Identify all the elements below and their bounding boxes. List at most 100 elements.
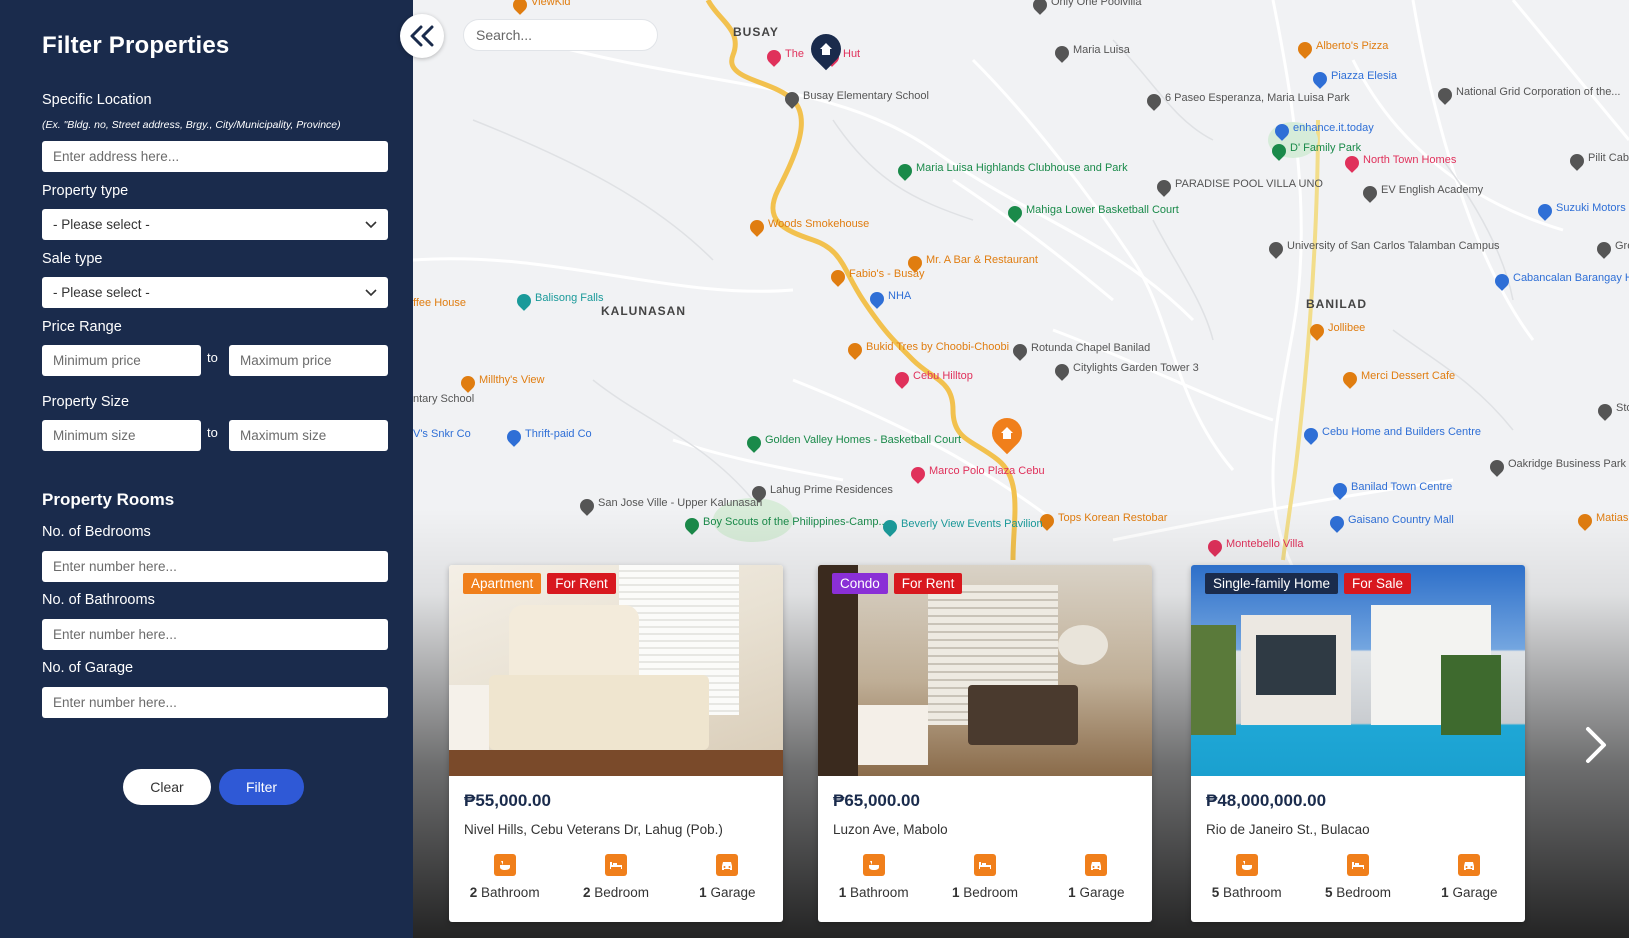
max-size-input[interactable] <box>229 420 388 451</box>
map-poi-label[interactable]: Greenhi <box>1615 240 1629 252</box>
map-poi-label[interactable]: Marco Polo Plaza Cebu <box>929 465 1045 477</box>
garage-feature: 1 Garage <box>1414 854 1524 900</box>
bathroom-count: 2 <box>469 885 478 900</box>
clear-button[interactable]: Clear <box>123 769 211 805</box>
map-poi-label[interactable]: ffee House <box>413 297 466 309</box>
max-price-input[interactable] <box>229 345 388 376</box>
property-type-select[interactable]: - Please select - <box>42 209 388 240</box>
filter-button[interactable]: Filter <box>219 769 304 805</box>
map-poi-label[interactable]: Merci Dessert Cafe <box>1361 370 1455 382</box>
listing-address: Luzon Ave, Mabolo <box>833 822 948 837</box>
chevron-down-icon <box>365 220 377 228</box>
map-poi-label[interactable]: Maria Luisa <box>1073 44 1130 56</box>
listing-address: Nivel Hills, Cebu Veterans Dr, Lahug (Po… <box>464 822 723 837</box>
map-poi-label[interactable]: Mr. A Bar & Restaurant <box>926 254 1038 266</box>
car-icon <box>716 854 739 876</box>
map-poi-label[interactable]: Oakridge Business Park <box>1508 458 1626 470</box>
sale-type-select[interactable]: - Please select - <box>42 277 388 308</box>
min-price-input[interactable] <box>42 345 201 376</box>
garage-count: 1 <box>699 885 707 900</box>
sale-type-label: Sale type <box>42 251 103 267</box>
sale-status-badge: For Sale <box>1344 573 1412 594</box>
map-poi-label[interactable]: Thrift-paid Co <box>525 428 592 440</box>
map-poi-label[interactable]: Piazza Elesia <box>1331 70 1397 82</box>
map-poi-label[interactable]: Balisong Falls <box>535 292 603 304</box>
bedroom-feature: 5 Bedroom <box>1303 854 1413 900</box>
map-poi-label[interactable]: V's Snkr Co <box>413 428 471 440</box>
listing-tags: Condo For Rent <box>832 573 963 594</box>
carousel-next-button[interactable] <box>1578 720 1614 770</box>
bathtub-icon <box>1235 854 1258 876</box>
listing-card[interactable]: Apartment For Rent ₱55,000.00 Nivel Hill… <box>449 565 783 922</box>
garage-input[interactable] <box>42 687 388 718</box>
garage-feature: 1 Garage <box>1041 854 1151 900</box>
map-poi-label[interactable]: ntary School <box>413 393 474 405</box>
bedroom-count: 2 <box>582 885 591 900</box>
sale-type-value: - Please select - <box>53 285 150 300</box>
listing-card[interactable]: Single-family Home For Sale ₱48,000,000.… <box>1191 565 1525 922</box>
garage-label: Garage <box>1079 885 1125 900</box>
garage-label: Garage <box>1452 885 1498 900</box>
map-poi-label[interactable]: Hut <box>843 48 860 60</box>
map-poi-label[interactable]: Pilit Cab <box>1588 152 1629 164</box>
map-poi-label[interactable]: Golden Valley Homes - Basketball Court <box>765 434 961 446</box>
map-poi-label[interactable]: Rotunda Chapel Banilad <box>1031 342 1150 354</box>
bedroom-feature: 1 Bedroom <box>930 854 1040 900</box>
map-poi-label[interactable]: Only One Poolvilla <box>1051 0 1142 8</box>
map-poi-label[interactable]: PARADISE POOL VILLA UNO <box>1175 178 1323 190</box>
map-poi-label[interactable]: Sto. Niño Village <box>1616 402 1629 414</box>
map-poi-label[interactable]: Citylights Garden Tower 3 <box>1073 362 1199 374</box>
bathtub-icon <box>493 854 516 876</box>
map-area-label: BUSAY <box>733 25 779 39</box>
listing-features: 2 Bathroom 2 Bedroom 1 Garage <box>449 854 783 900</box>
home-icon <box>1001 427 1013 439</box>
size-to-label: to <box>207 425 218 440</box>
map-poi-label[interactable]: Alberto's Pizza <box>1316 40 1388 52</box>
map-poi-label[interactable]: Mahiga Lower Basketball Court <box>1026 204 1179 216</box>
map-search-input[interactable] <box>463 19 658 51</box>
map-poi-label[interactable]: Busay Elementary School <box>803 90 929 102</box>
property-type-value: - Please select - <box>53 217 150 232</box>
bathroom-label: Bathroom <box>1223 885 1282 900</box>
price-range-label: Price Range <box>42 319 122 335</box>
min-size-input[interactable] <box>42 420 201 451</box>
map-poi-label[interactable]: Banilad Town Centre <box>1351 481 1452 493</box>
collapse-sidebar-button[interactable] <box>400 14 444 58</box>
listing-price: ₱48,000,000.00 <box>1206 791 1327 810</box>
map-poi-label[interactable]: Cabancalan Barangay Hall <box>1513 272 1629 284</box>
sale-status-badge: For Rent <box>547 573 616 594</box>
map-poi-label[interactable]: Suzuki Motors <box>1556 202 1626 214</box>
map-poi-label[interactable]: Maria Luisa Highlands Clubhouse and Park <box>916 162 1128 174</box>
map-poi-label[interactable]: Lahug Prime Residences <box>770 484 893 496</box>
map-poi-label[interactable]: Cebu Home and Builders Centre <box>1322 426 1481 438</box>
bedroom-count: 5 <box>1324 885 1333 900</box>
map-poi-label[interactable]: Millthy's View <box>479 374 544 386</box>
map-poi-label[interactable]: 6 Paseo Esperanza, Maria Luisa Park <box>1165 92 1350 104</box>
map-poi-label[interactable]: NHA <box>888 290 911 302</box>
garage-feature: 1 Garage <box>672 854 782 900</box>
map-poi-label[interactable]: Jollibee <box>1328 322 1365 334</box>
map-poi-label[interactable]: The <box>785 48 804 60</box>
address-input[interactable] <box>42 141 388 172</box>
map-poi-label[interactable]: National Grid Corporation of the... <box>1456 86 1620 98</box>
listing-card[interactable]: Condo For Rent ₱65,000.00 Luzon Ave, Mab… <box>818 565 1152 922</box>
map-area-label: KALUNASAN <box>601 304 686 318</box>
bathroom-label: Bathroom <box>850 885 909 900</box>
double-chevron-left-icon <box>410 25 434 47</box>
map-poi-label[interactable]: North Town Homes <box>1363 154 1456 166</box>
map-poi-label[interactable]: EV English Academy <box>1381 184 1483 196</box>
map-poi-label[interactable]: Cebu Hilltop <box>913 370 973 382</box>
bedroom-label: Bedroom <box>963 885 1019 900</box>
map-poi-label[interactable]: University of San Carlos Talamban Campus <box>1287 240 1500 252</box>
bedrooms-input[interactable] <box>42 551 388 582</box>
property-rooms-title: Property Rooms <box>42 490 175 509</box>
bathrooms-input[interactable] <box>42 619 388 650</box>
map-poi-label[interactable]: enhance.it.today <box>1293 122 1374 134</box>
map-poi-label[interactable]: Bukid Tres by Choobi-Choobi <box>866 341 1009 353</box>
map-poi-label[interactable]: Woods Smokehouse <box>768 218 869 230</box>
chevron-down-icon <box>365 288 377 296</box>
listing-photo <box>818 565 1152 776</box>
bedroom-feature: 2 Bedroom <box>561 854 671 900</box>
map-poi-label[interactable]: D' Family Park <box>1290 142 1361 154</box>
map-poi-label[interactable]: ViewKid <box>531 0 571 8</box>
